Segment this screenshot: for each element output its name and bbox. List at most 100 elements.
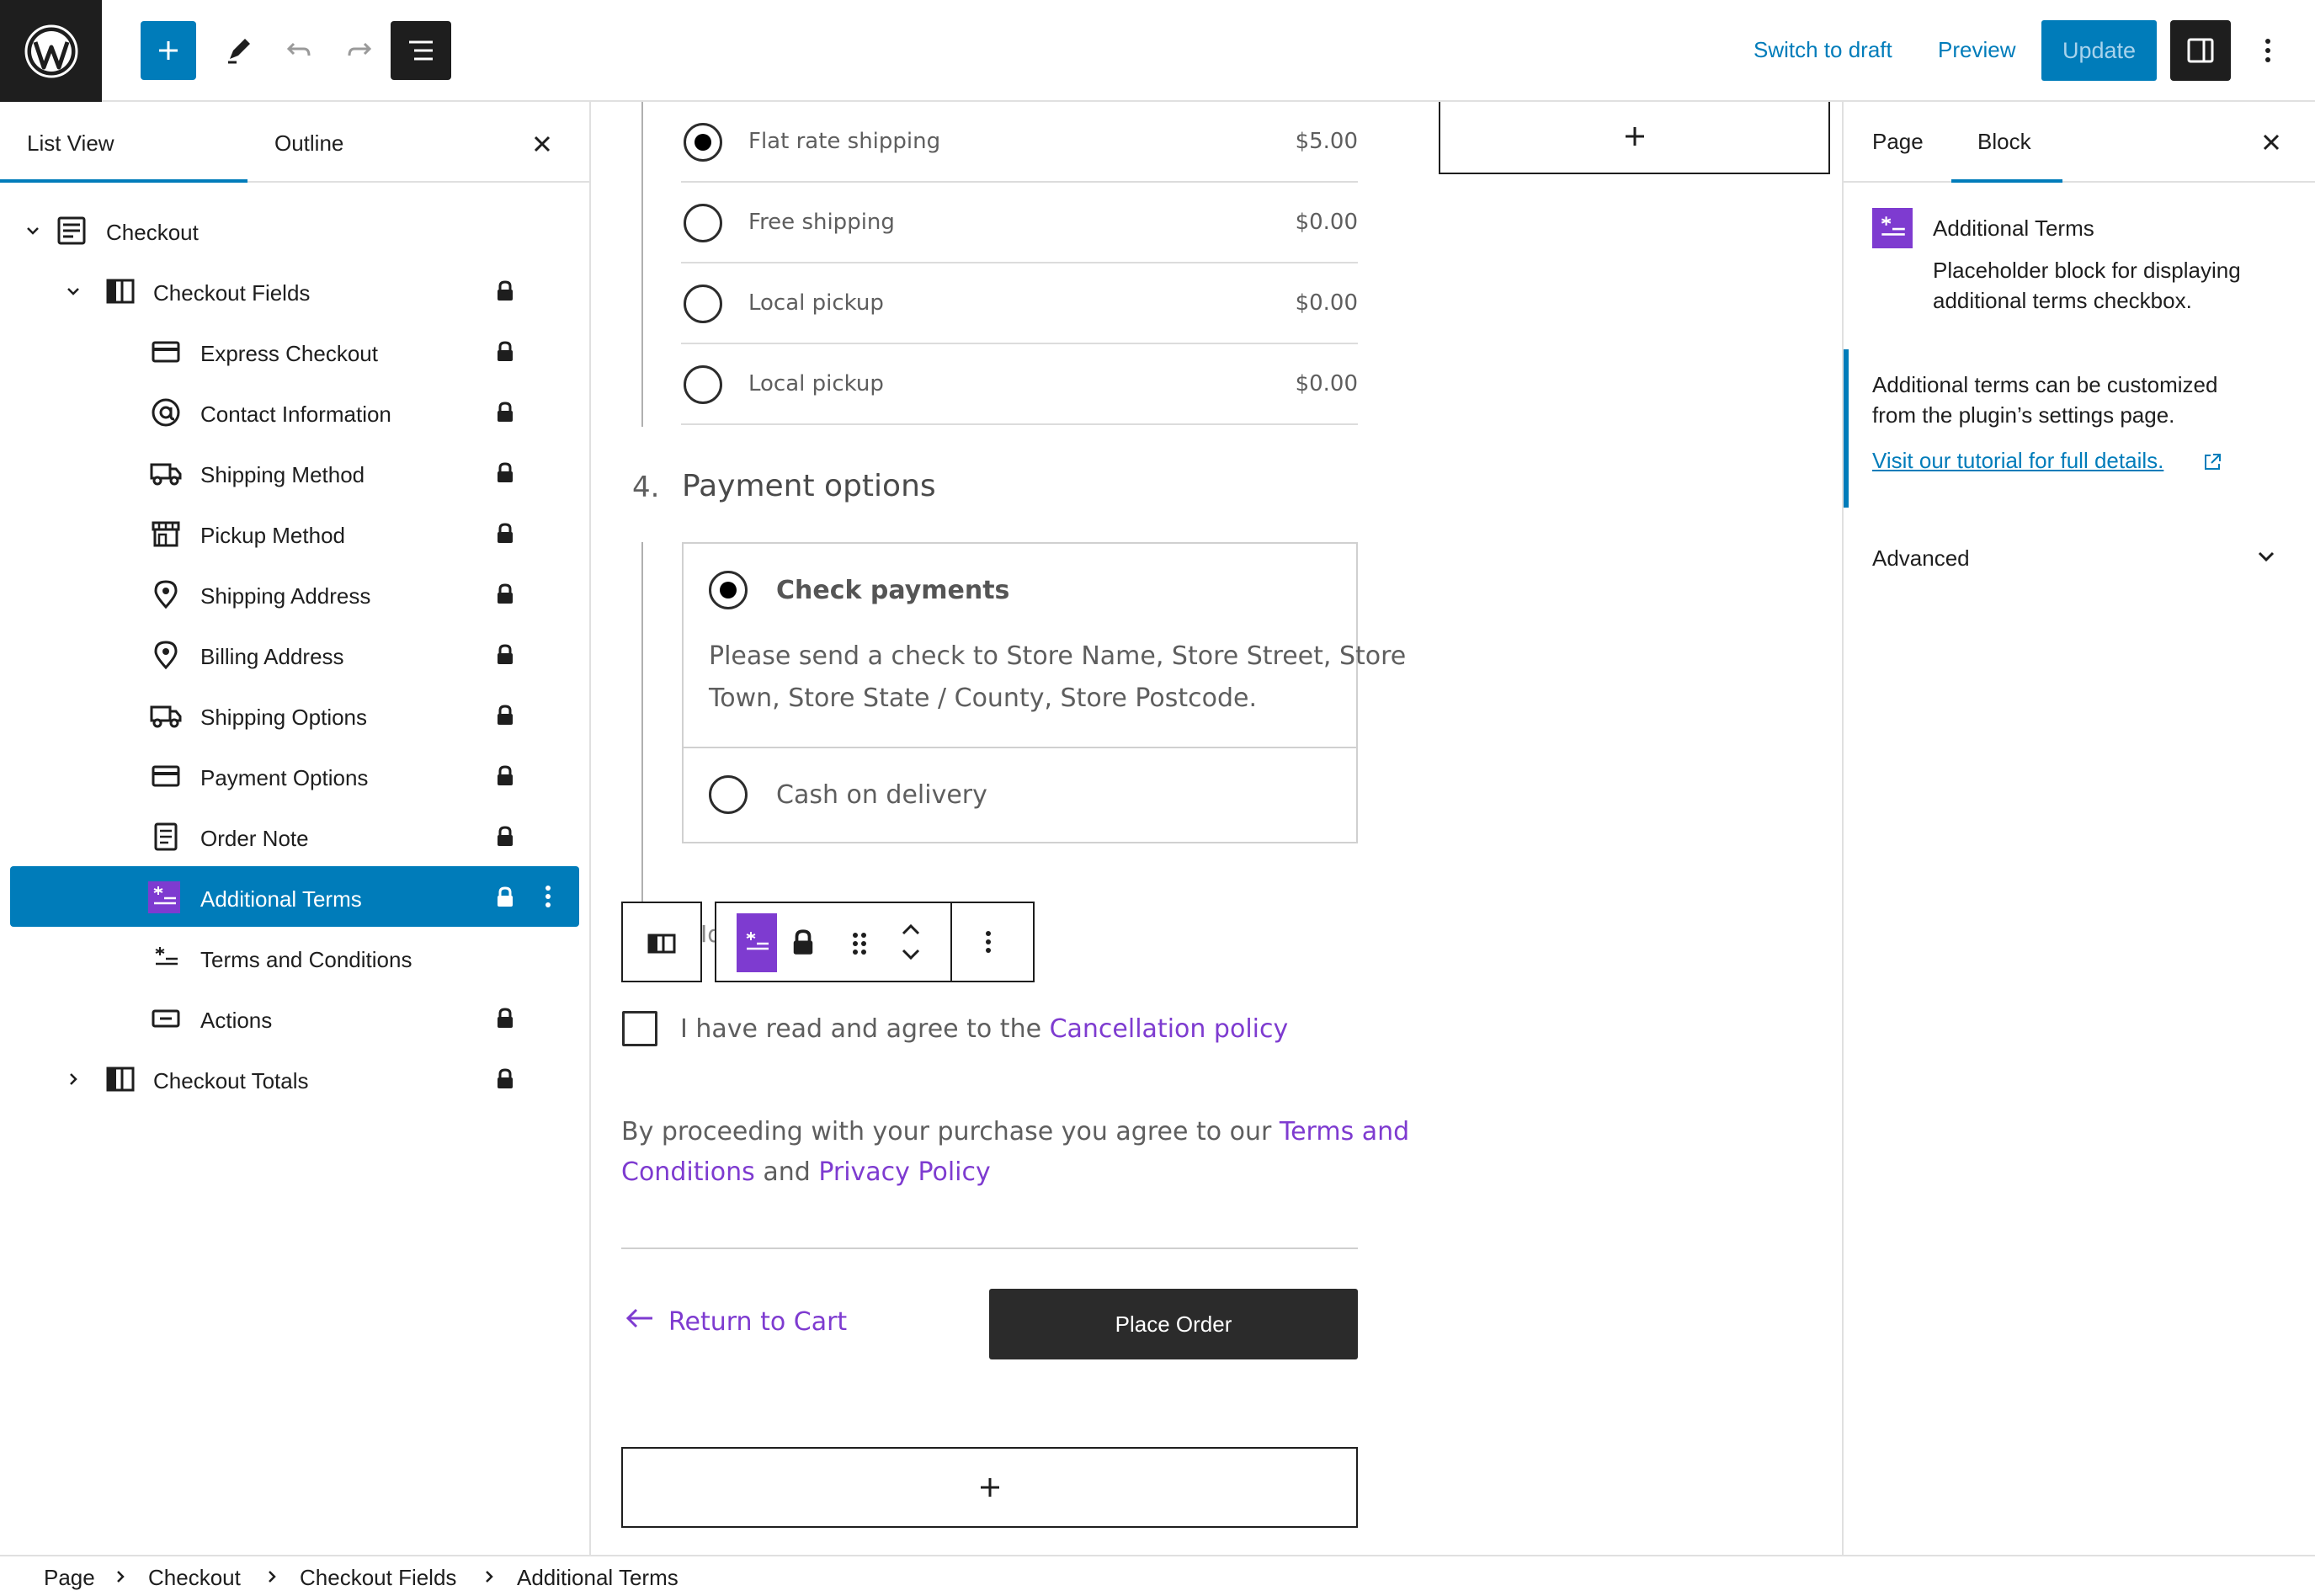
list-item-express-checkout[interactable]: Express Checkout	[10, 321, 579, 381]
list-item-shipping-options[interactable]: Shipping Options	[10, 684, 579, 745]
list-item-shipping-address[interactable]: Shipping Address	[10, 563, 579, 624]
add-block-button[interactable]	[141, 21, 196, 80]
breadcrumb-item-checkout[interactable]: Checkout	[148, 1565, 241, 1591]
switch-to-draft-button[interactable]: Switch to draft	[1754, 37, 1892, 63]
list-item-label: Shipping Address	[200, 583, 371, 609]
breadcrumb-item-additional-terms: Additional Terms	[517, 1565, 679, 1590]
list-view-panel: List View Outline Checkout Checkout Fiel…	[0, 102, 591, 1555]
payment-method-description: Please send a check to Store Name, Store…	[709, 641, 1407, 671]
editor-canvas[interactable]: Flat rate shipping $5.00 Free shipping $…	[591, 102, 1842, 1555]
list-item-billing-address[interactable]: Billing Address	[10, 624, 579, 684]
tab-page[interactable]: Page	[1872, 129, 1924, 155]
shipping-radio[interactable]	[684, 204, 722, 242]
shipping-radio[interactable]	[684, 123, 722, 162]
terms-checkbox[interactable]	[622, 1011, 657, 1046]
close-icon[interactable]	[525, 127, 559, 161]
shipping-option-row[interactable]: Flat rate shipping $5.00	[681, 102, 1358, 183]
shipping-option-row[interactable]: Local pickup $0.00	[681, 263, 1358, 344]
divider	[621, 1248, 1358, 1249]
list-item-checkout-totals[interactable]: Checkout Totals	[10, 1048, 579, 1109]
terms-icon[interactable]	[737, 913, 777, 972]
parent-block-selector[interactable]	[621, 902, 702, 982]
shipping-option-name: Local pickup	[748, 290, 884, 316]
shipping-radio[interactable]	[684, 285, 722, 323]
place-order-button[interactable]: Place Order	[989, 1289, 1358, 1359]
chevron-down-icon[interactable]	[20, 218, 45, 243]
preview-button[interactable]: Preview	[1938, 37, 2015, 63]
shipping-option-row[interactable]: Free shipping $0.00	[681, 183, 1358, 263]
list-item-checkout-fields[interactable]: Checkout Fields	[10, 260, 579, 321]
update-button[interactable]: Update	[2041, 20, 2157, 81]
notice-panel: Additional terms can be customized from …	[1844, 349, 2315, 508]
list-item-label: Additional Terms	[200, 886, 362, 912]
list-item-shipping-method[interactable]: Shipping Method	[10, 442, 579, 503]
shipping-option-row[interactable]: Local pickup $0.00	[681, 344, 1358, 425]
lock-icon	[498, 705, 513, 725]
wordpress-logo-icon[interactable]	[0, 0, 102, 102]
block-options-icon[interactable]	[984, 927, 993, 961]
chevron-right-icon	[269, 1571, 276, 1583]
top-toolbar: Switch to draft Preview Update	[0, 0, 2315, 102]
lock-icon	[498, 402, 513, 422]
step-connector-line	[641, 542, 643, 943]
return-to-cart-link[interactable]: Return to Cart	[668, 1307, 847, 1337]
undo-icon[interactable]	[271, 21, 327, 80]
terms-icon	[1872, 208, 1913, 248]
move-up-down-icon[interactable]	[898, 920, 923, 968]
list-item-payment-options[interactable]: Payment Options	[10, 745, 579, 806]
list-item-label: Checkout Fields	[153, 280, 311, 306]
list-item-additional-terms[interactable]: Additional Terms	[10, 866, 579, 927]
payment-radio[interactable]	[709, 571, 748, 609]
list-item-actions[interactable]: Actions	[10, 987, 579, 1048]
payment-radio[interactable]	[709, 775, 748, 814]
list-item-pickup-method[interactable]: Pickup Method	[10, 503, 579, 563]
redo-icon[interactable]	[332, 21, 387, 80]
list-item-checkout[interactable]: Checkout	[10, 200, 579, 260]
breadcrumb-item-page[interactable]: Page	[44, 1565, 95, 1591]
lock-icon	[498, 462, 513, 482]
settings-sidebar-toggle-icon[interactable]	[2170, 20, 2231, 81]
shipping-radio[interactable]	[684, 365, 722, 404]
document-overview-icon[interactable]	[391, 21, 451, 80]
item-options-icon[interactable]	[544, 881, 561, 912]
terms-and-conditions-link[interactable]: Conditions	[621, 1157, 755, 1187]
block-appender-button[interactable]	[1439, 102, 1830, 174]
tab-list-view[interactable]: List View	[27, 130, 114, 157]
map-pin-icon	[150, 578, 182, 610]
payment-method-cod[interactable]: Cash on delivery	[684, 748, 1356, 842]
lock-icon	[498, 583, 513, 604]
list-item-label: Checkout Totals	[153, 1068, 309, 1093]
active-tab-indicator	[1951, 179, 2062, 183]
drag-handle-icon[interactable]	[849, 928, 870, 963]
block-appender-button[interactable]	[621, 1447, 1358, 1528]
terms-and-conditions-link[interactable]: Terms and	[1280, 1117, 1409, 1146]
tab-block[interactable]: Block	[1977, 129, 2031, 155]
cancellation-policy-link[interactable]: Cancellation policy	[1050, 1014, 1289, 1044]
chevron-right-icon	[486, 1571, 493, 1583]
close-icon[interactable]	[2254, 125, 2288, 159]
arrow-left-icon[interactable]	[625, 1306, 655, 1335]
list-item-order-note[interactable]: Order Note	[10, 806, 579, 866]
shipping-option-name: Flat rate shipping	[748, 129, 941, 154]
tab-outline[interactable]: Outline	[274, 130, 343, 157]
chevron-right-icon[interactable]	[61, 1067, 86, 1092]
payment-method-check[interactable]: Check payments Please send a check to St…	[684, 544, 1406, 748]
advanced-panel-toggle[interactable]: Advanced	[1844, 518, 2315, 598]
step-number: 4.	[632, 471, 660, 504]
advanced-label: Advanced	[1872, 545, 1970, 571]
block-description: additional terms checkbox.	[1933, 288, 2192, 313]
breadcrumb-item-checkout-fields[interactable]: Checkout Fields	[300, 1565, 456, 1591]
list-item-contact-information[interactable]: Contact Information	[10, 381, 579, 442]
options-more-icon[interactable]	[2253, 20, 2283, 81]
lock-icon	[498, 886, 513, 907]
payment-options-heading: Payment options	[682, 469, 936, 503]
privacy-policy-link[interactable]: Privacy Policy	[818, 1157, 990, 1187]
columns-icon	[647, 928, 677, 963]
edit-tools-icon[interactable]	[210, 21, 266, 80]
list-item-terms-and-conditions[interactable]: Terms and Conditions	[10, 927, 579, 987]
chevron-down-icon	[2256, 546, 2276, 571]
chevron-down-icon[interactable]	[61, 279, 86, 304]
payment-method-name: Check payments	[776, 576, 1010, 605]
lock-icon[interactable]	[790, 928, 816, 961]
tutorial-link[interactable]: Visit our tutorial for full details.	[1872, 445, 2163, 476]
